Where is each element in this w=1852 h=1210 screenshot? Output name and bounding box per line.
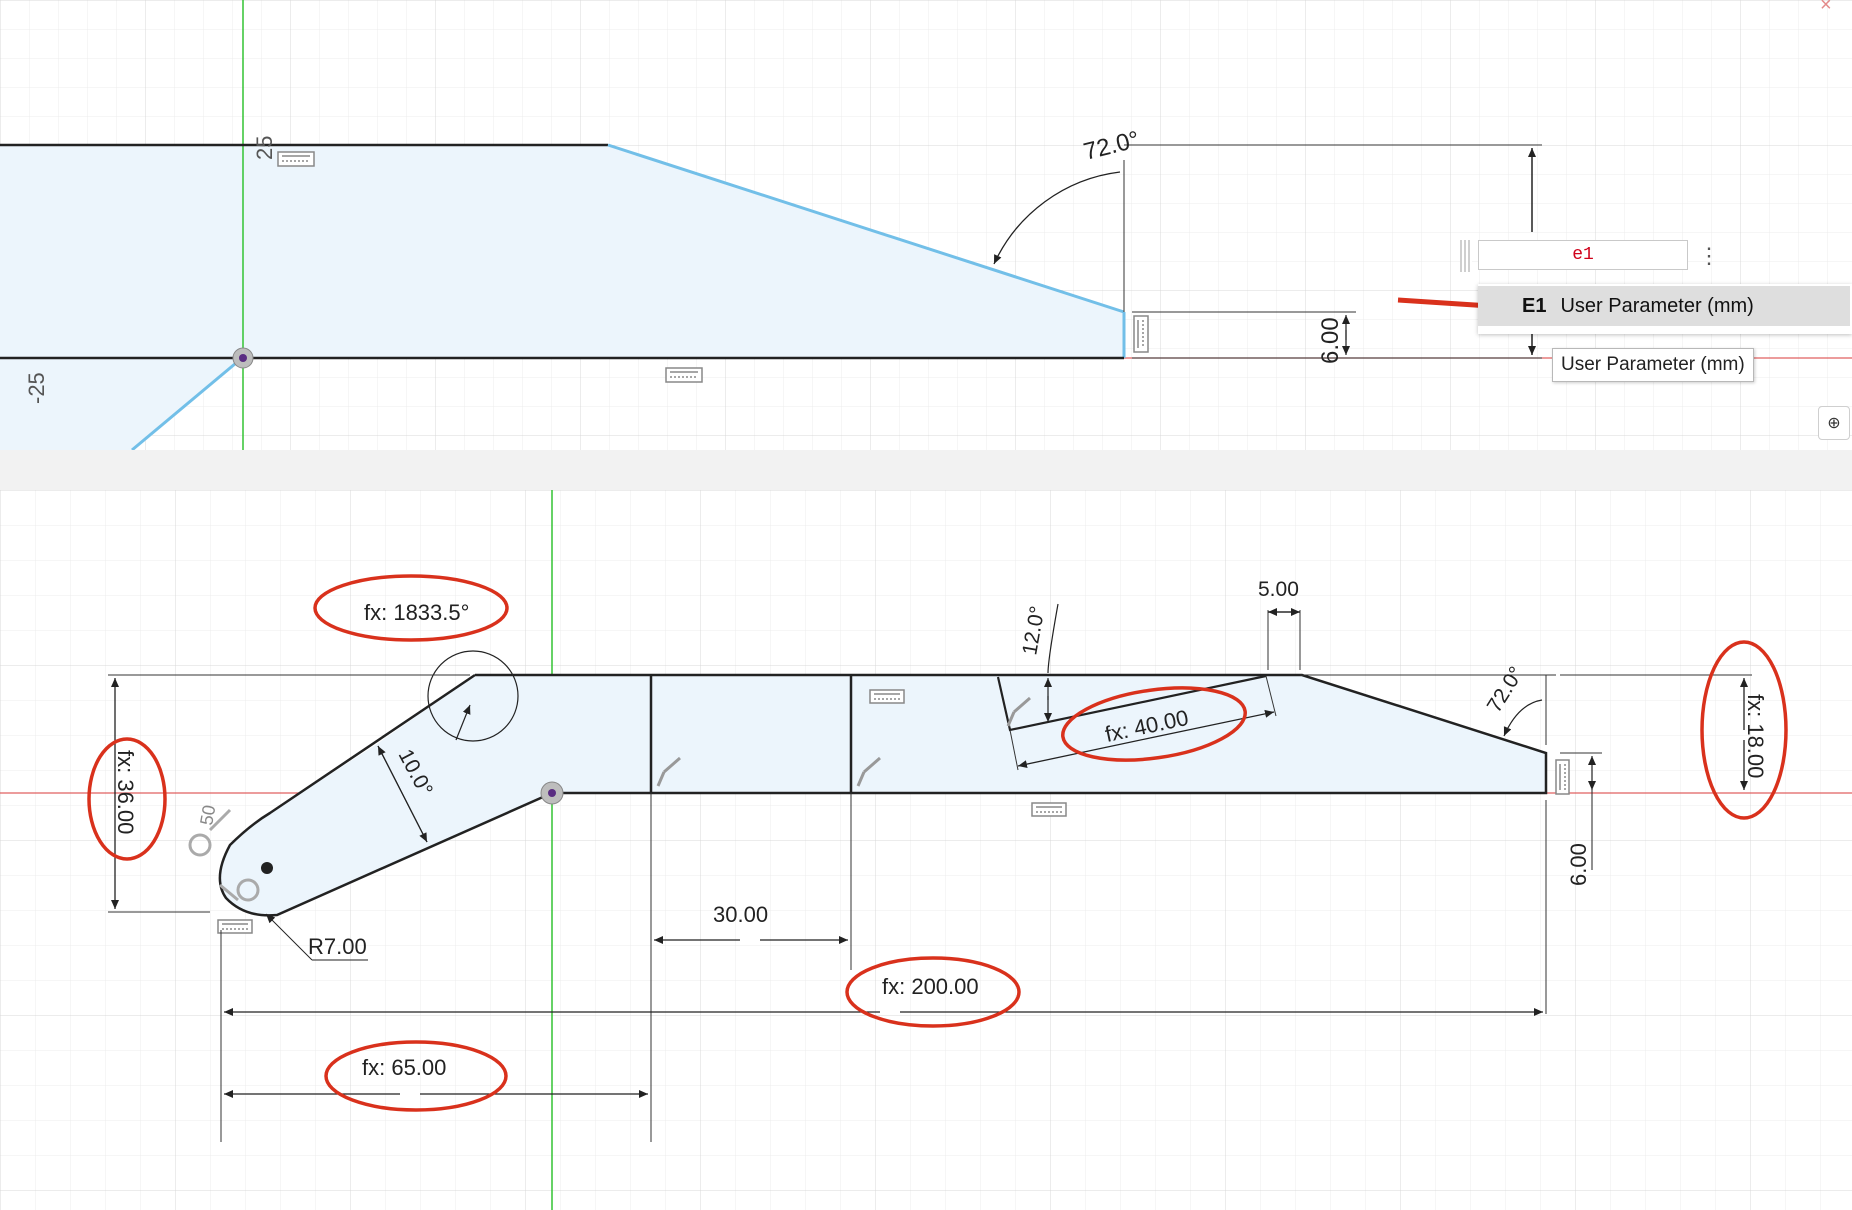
horizontal-constraint-icon[interactable] — [217, 919, 253, 934]
slot-width-dim[interactable]: 5.00 — [1258, 578, 1299, 601]
input-drag-handle[interactable] — [1460, 240, 1472, 272]
vertical-constraint-icon[interactable] — [1555, 759, 1570, 795]
arc-angle-dim[interactable]: fx: 1833.5° — [364, 600, 469, 625]
horizontal-constraint-icon[interactable] — [869, 689, 905, 704]
width-200-dim[interactable]: fx: 200.00 — [882, 974, 979, 999]
autocomplete-label: User Parameter (mm) — [1560, 294, 1754, 317]
autocomplete-item-e1[interactable]: E1 User Parameter (mm) — [1478, 286, 1850, 326]
fillet-dim[interactable]: R7.00 — [308, 934, 367, 959]
bottom-sketch-canvas[interactable]: 50 fx: 36.00 10.0° R7.00 30.00 fx: 200.0… — [0, 490, 1852, 1210]
tip-height-dim[interactable]: 6.00 — [1566, 843, 1591, 886]
bottom-sketch-svg[interactable]: 50 fx: 36.00 10.0° R7.00 30.00 fx: 200.0… — [0, 490, 1852, 1210]
vertical-constraint-icon[interactable] — [1133, 315, 1149, 353]
width-30-dim[interactable]: 30.00 — [713, 902, 768, 927]
tooltip: User Parameter (mm) — [1552, 348, 1754, 382]
close-icon[interactable]: × — [1820, 0, 1832, 17]
vertical-dots-icon[interactable]: ⋮ — [1696, 240, 1722, 272]
top-sketch-canvas[interactable]: 72.0° 6.00 25 -25 ⋮ E1 User Parameter (m… — [0, 0, 1852, 450]
horizontal-constraint-icon[interactable] — [665, 367, 703, 383]
width-65-dim[interactable]: fx: 65.00 — [362, 1055, 446, 1080]
axis-label-y: -25 — [24, 372, 49, 404]
autocomplete-key: E1 — [1522, 294, 1547, 317]
right-height-dim[interactable]: fx: 18.00 — [1743, 694, 1768, 778]
horizontal-constraint-icon[interactable] — [1031, 802, 1067, 817]
plus-icon[interactable]: ⊕ — [1818, 406, 1850, 440]
height-dim-label[interactable]: 6.00 — [1317, 317, 1344, 364]
top-sketch-svg[interactable]: 72.0° 6.00 25 -25 — [0, 0, 1852, 450]
axis-label-x: 25 — [252, 136, 277, 160]
horizontal-constraint-icon[interactable] — [277, 151, 315, 167]
autocomplete-dropdown: E1 User Parameter (mm) — [1478, 284, 1852, 334]
overall-height-dim[interactable]: fx: 36.00 — [113, 750, 138, 834]
circle-dim-label[interactable]: 50 — [196, 803, 219, 826]
expression-input[interactable] — [1478, 240, 1688, 270]
